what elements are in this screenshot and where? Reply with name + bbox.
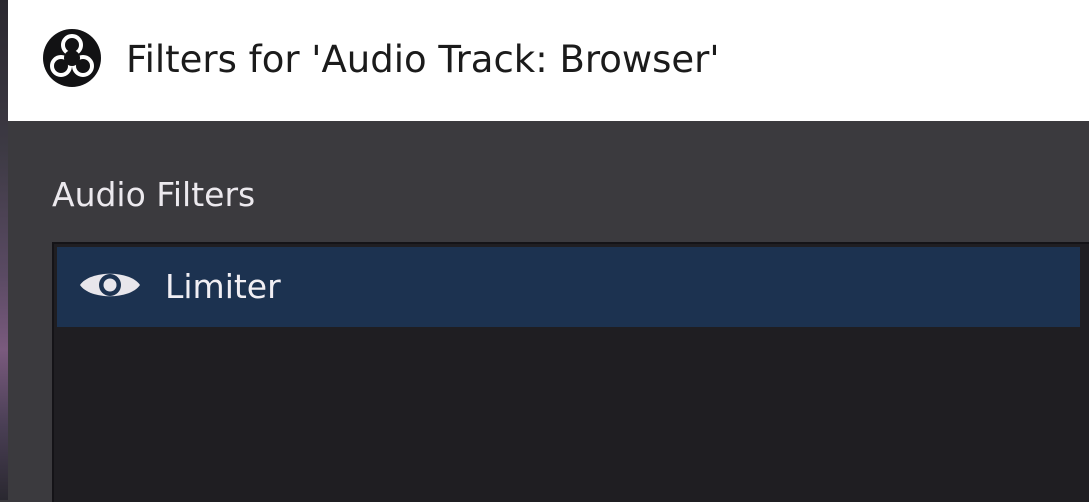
- filter-item-limiter[interactable]: Limiter: [57, 247, 1080, 327]
- filter-name: Limiter: [165, 267, 281, 306]
- window-title: Filters for 'Audio Track: Browser': [126, 38, 720, 81]
- eye-icon[interactable]: [77, 265, 143, 305]
- audio-filters-label: Audio Filters: [52, 175, 256, 214]
- window-titlebar[interactable]: Filters for 'Audio Track: Browser': [8, 0, 1089, 121]
- background-window-edge: [0, 0, 8, 500]
- filters-dialog-content: Audio Filters Limiter: [8, 121, 1089, 502]
- obs-logo-icon: [43, 29, 101, 87]
- audio-filters-list[interactable]: Limiter: [52, 242, 1089, 502]
